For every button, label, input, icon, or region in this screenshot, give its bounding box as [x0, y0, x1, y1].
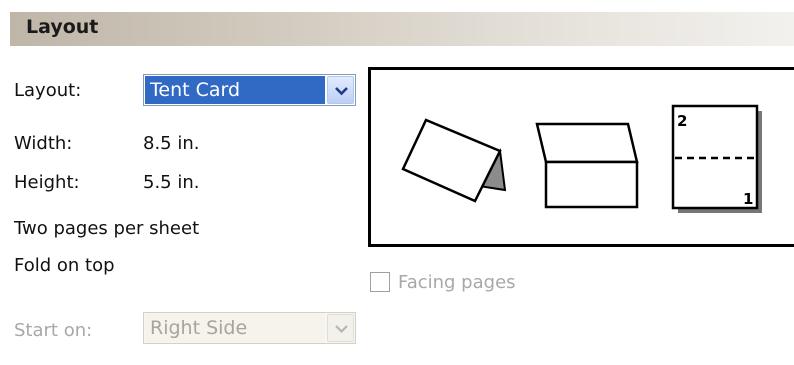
- pages-per-sheet-text: Two pages per sheet: [14, 218, 200, 239]
- start-on-select-value: Right Side: [145, 314, 325, 342]
- layout-label: Layout:: [14, 80, 82, 101]
- start-on-select[interactable]: Right Side: [143, 312, 356, 344]
- layout-dropdown-button[interactable]: [327, 76, 354, 104]
- layout-select[interactable]: Tent Card: [143, 74, 356, 106]
- facing-pages-label[interactable]: Facing pages: [398, 272, 516, 293]
- height-label: Height:: [14, 172, 80, 193]
- facing-pages-checkbox[interactable]: [370, 272, 390, 292]
- chevron-down-icon: [335, 325, 348, 334]
- fold-text: Fold on top: [14, 255, 115, 276]
- layout-preview: 2 1: [368, 67, 794, 247]
- page-number-top: 2: [677, 112, 687, 130]
- width-label: Width:: [14, 133, 73, 154]
- height-value: 5.5 in.: [143, 172, 200, 193]
- folded-page-icon: 2 1: [671, 104, 762, 213]
- start-on-dropdown-button[interactable]: [327, 314, 354, 342]
- width-value: 8.5 in.: [143, 133, 200, 154]
- start-on-label: Start on:: [14, 320, 93, 341]
- layout-select-value: Tent Card: [145, 76, 325, 104]
- fold-top-card-icon: [535, 122, 639, 209]
- page-number-bottom: 1: [743, 190, 753, 208]
- section-header: Layout: [10, 12, 794, 46]
- chevron-down-icon: [335, 87, 348, 96]
- tent-card-icon: [401, 118, 507, 203]
- preview-illustrations: 2 1: [401, 104, 762, 213]
- section-title: Layout: [26, 16, 99, 38]
